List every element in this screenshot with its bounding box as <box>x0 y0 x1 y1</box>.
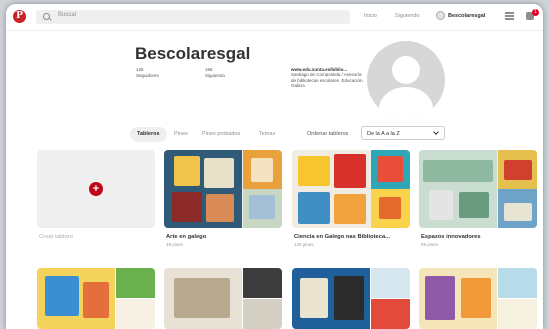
board-cover-thumb <box>243 150 282 189</box>
board-card[interactable]: Espazos innovadores 59 pines <box>419 150 537 247</box>
nav-home-link[interactable]: Inicio <box>364 13 377 19</box>
following-label: Siguiendo <box>205 72 226 78</box>
tab-tableros[interactable]: Tableros <box>130 127 167 142</box>
board-card[interactable]: Ciencia en Galego nas Biblioteca... 125 … <box>292 150 410 247</box>
nav-following-link[interactable]: Siguiendo <box>395 13 419 19</box>
board-cover[interactable] <box>164 150 282 228</box>
board-cover-image <box>292 150 370 228</box>
browser-window: P Buscar Inicio Siguiendo Bescolaresgal … <box>6 4 543 329</box>
avatar-body-shape <box>379 87 433 119</box>
board-cover-thumb <box>371 189 410 228</box>
board-cover[interactable] <box>292 150 410 228</box>
profile-description: Santiago de Compostela / Asesoría de bib… <box>291 72 364 89</box>
board-cover-thumb <box>498 150 537 189</box>
board-cover[interactable] <box>419 268 537 329</box>
board-title: Crear tablero <box>39 234 73 240</box>
board-pin-count: 49 pines <box>166 242 184 247</box>
board-title: Espazos innovadores <box>421 234 481 240</box>
board-cover[interactable] <box>37 268 155 329</box>
profile-bio: www.edu.xunta.es/biblio... Santiago de C… <box>291 67 364 89</box>
board-cover-image <box>419 150 497 228</box>
board-cover-thumb <box>371 150 410 189</box>
chevron-down-icon <box>433 129 439 135</box>
board-title: Arte en galego <box>166 234 207 240</box>
profile-name: Bescolaresgal <box>135 44 251 63</box>
sort-label: Ordenar tableros <box>307 131 349 137</box>
search-icon <box>43 13 50 20</box>
search-input[interactable]: Buscar <box>36 10 350 24</box>
board-cover-thumb <box>498 189 537 228</box>
board-title: Ciencia en Galego nas Biblioteca... <box>294 234 390 240</box>
followers-label: Seguidores <box>136 72 159 78</box>
sort-value: De la A a la Z <box>367 131 400 137</box>
nav-user-link[interactable]: Bescolaresgal <box>448 13 485 19</box>
board-pin-count: 125 pines <box>294 242 314 247</box>
board-cover[interactable] <box>419 150 537 228</box>
tab-pines-probados[interactable]: Pines probados <box>202 127 240 142</box>
pinterest-logo-icon[interactable]: P <box>13 10 26 23</box>
following-stat[interactable]: 166 Siguiendo <box>205 67 225 78</box>
profile-avatar[interactable] <box>367 41 445 119</box>
board-pin-count: 59 pines <box>421 242 439 247</box>
profile-website-link[interactable]: www.edu.xunta.es/biblio... <box>291 67 347 72</box>
board-cover[interactable] <box>164 268 282 329</box>
board-cover-image <box>164 150 242 228</box>
menu-icon[interactable] <box>505 12 514 20</box>
board-card[interactable]: Arte en galego 49 pines <box>164 150 282 247</box>
tab-temas[interactable]: Temas <box>259 127 275 142</box>
tab-pines[interactable]: Pines <box>174 127 188 142</box>
avatar-head-shape <box>392 56 420 84</box>
top-bar: P Buscar Inicio Siguiendo Bescolaresgal … <box>6 4 543 31</box>
notification-badge: 1 <box>532 9 539 16</box>
sort-select[interactable]: De la A a la Z <box>361 126 445 140</box>
board-cover-thumb <box>243 189 282 228</box>
followers-stat[interactable]: 125 Seguidores <box>136 67 159 78</box>
user-avatar-icon[interactable] <box>436 11 445 20</box>
create-board-card[interactable]: + Crear tablero <box>37 150 155 240</box>
create-board-cover[interactable]: + <box>37 150 155 228</box>
search-placeholder: Buscar <box>58 12 77 18</box>
plus-icon[interactable]: + <box>89 182 103 196</box>
board-cover[interactable] <box>292 268 410 329</box>
